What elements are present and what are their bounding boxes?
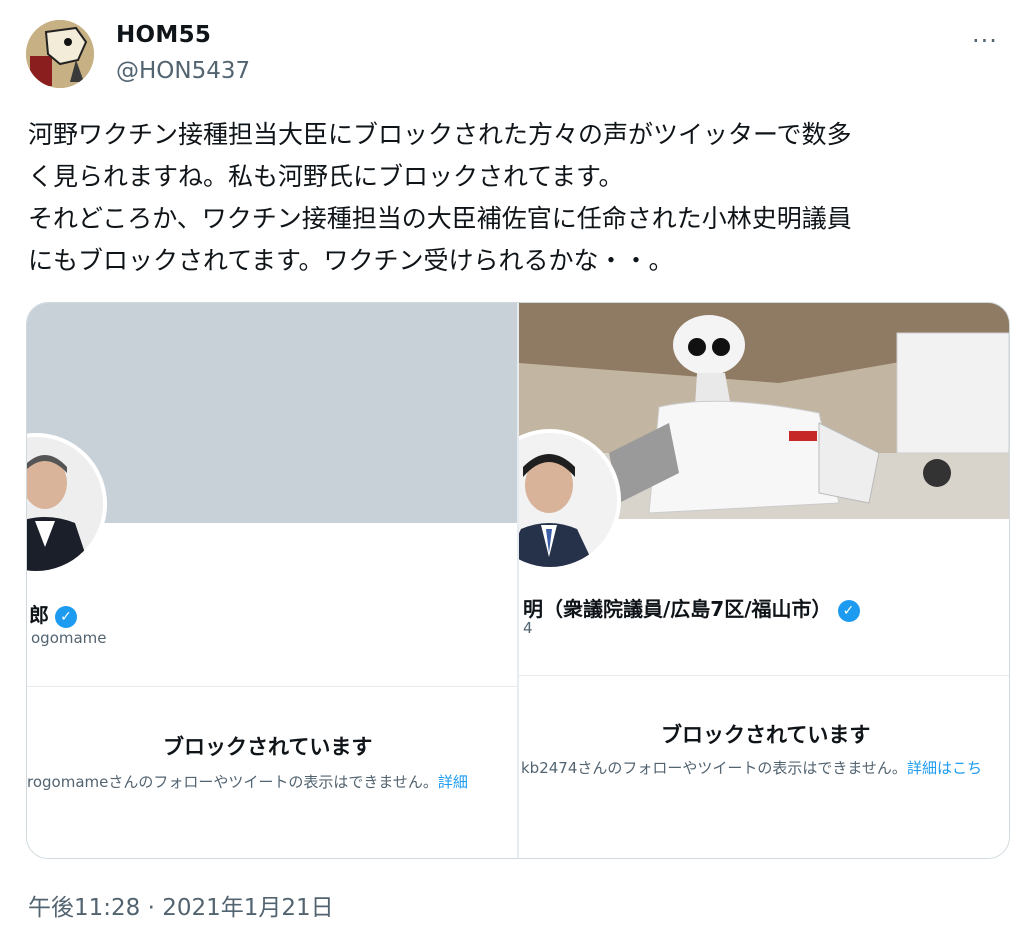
divider xyxy=(519,675,1009,676)
tweet-text: 河野ワクチン接種担当大臣にブロックされた方々の声がツイッターで数多 く見られます… xyxy=(28,114,1008,282)
more-options-icon[interactable]: ... xyxy=(972,20,998,48)
details-link[interactable]: 詳細 xyxy=(438,773,468,791)
profile-handle: ogomame xyxy=(31,629,107,647)
tweet-text-line: にもブロックされてます。ワクチン受けられるかな・・。 xyxy=(28,246,674,275)
blocked-description: rogomameさんのフォローやツイートの表示はできません。詳細 xyxy=(27,771,468,792)
tweet-text-line: それどころか、ワクチン接種担当の大臣補佐官に任命された小林史明議員 xyxy=(28,204,852,233)
divider xyxy=(27,686,517,687)
avatar-image xyxy=(26,20,94,88)
media-image-right[interactable]: 明（衆議院議員/広島7区/福山市） ✓ 4 ブロックされています kb2474さん… xyxy=(519,303,1009,858)
blocked-description-text: kb2474さんのフォローやツイートの表示はできません。 xyxy=(521,759,907,777)
author-avatar[interactable] xyxy=(26,20,94,88)
blocked-title: ブロックされています xyxy=(661,723,871,747)
blocked-description-text: rogomameさんのフォローやツイートの表示はできません。 xyxy=(27,773,438,791)
blocked-title: ブロックされています xyxy=(163,735,373,759)
verified-badge-icon: ✓ xyxy=(55,605,77,628)
details-link[interactable]: 詳細はこち xyxy=(907,759,982,777)
author-display-name[interactable]: HOM55 xyxy=(116,22,211,48)
verified-badge-icon: ✓ xyxy=(837,599,860,622)
media-image-left[interactable]: 郎 ✓ ogomame ブロックされています rogomameさんのフォローやツイ… xyxy=(27,303,517,858)
blocked-description: kb2474さんのフォローやツイートの表示はできません。詳細はこち xyxy=(521,757,982,778)
profile-handle: 4 xyxy=(523,619,533,637)
author-handle[interactable]: @HON5437 xyxy=(116,58,250,84)
tweet-timestamp[interactable]: 午後11:28 · 2021年1月21日 xyxy=(28,888,334,922)
tweet-text-line: 河野ワクチン接種担当大臣にブロックされた方々の声がツイッターで数多 xyxy=(28,120,852,149)
profile-name-text: 郎 xyxy=(29,603,49,627)
tweet-media[interactable]: 郎 ✓ ogomame ブロックされています rogomameさんのフォローやツイ… xyxy=(26,302,1010,859)
profile-name-text: 明（衆議院議員/広島7区/福山市） xyxy=(523,597,832,621)
profile-name: 郎 ✓ xyxy=(29,599,77,628)
profile-name: 明（衆議院議員/広島7区/福山市） ✓ xyxy=(523,593,860,622)
tweet-text-line: く見られますね。私も河野氏にブロックされてます。 xyxy=(28,162,624,191)
